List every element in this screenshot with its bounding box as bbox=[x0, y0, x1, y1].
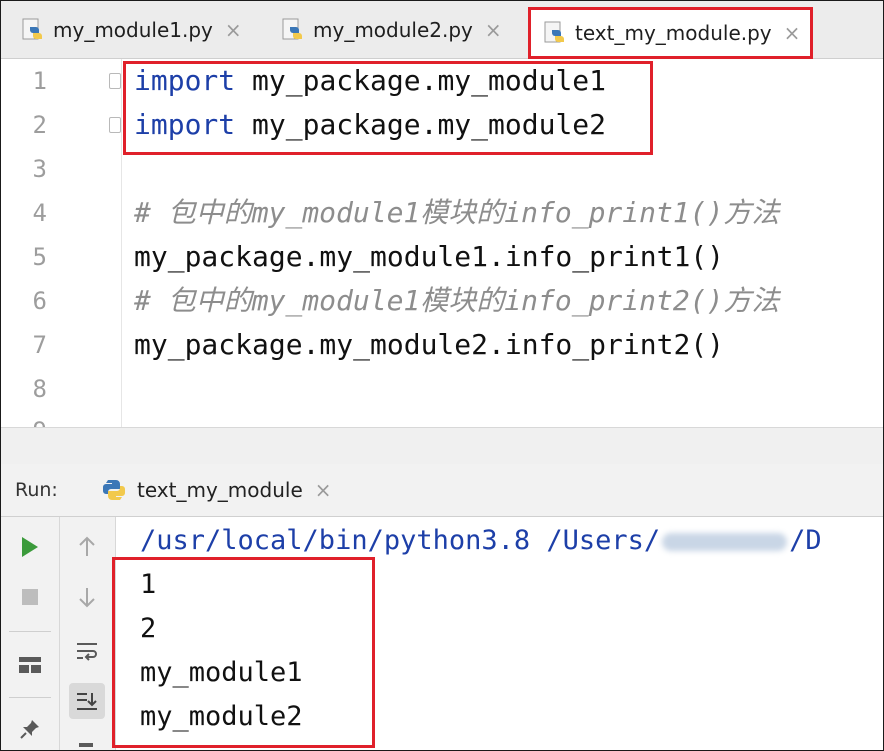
pin-tab-button[interactable] bbox=[12, 711, 48, 747]
python-file-icon bbox=[22, 18, 42, 39]
fold-marker-icon[interactable] bbox=[109, 73, 121, 89]
run-label: Run: bbox=[15, 479, 58, 501]
arrow-down-icon bbox=[79, 588, 95, 608]
line-number: 7 bbox=[32, 331, 47, 359]
soft-wrap-icon bbox=[77, 643, 97, 661]
python-file-icon bbox=[544, 21, 564, 43]
panel-divider[interactable] bbox=[1, 427, 883, 465]
command-prefix: /usr/local/bin/python3.8 /Users/ bbox=[140, 525, 661, 556]
line-number: 6 bbox=[32, 287, 47, 315]
play-icon bbox=[22, 537, 38, 557]
redacted-username bbox=[662, 532, 788, 551]
line-number: 1 bbox=[32, 67, 47, 95]
tab-my-module2[interactable]: my_module2.py × bbox=[281, 1, 502, 58]
close-icon[interactable]: × bbox=[485, 18, 502, 42]
import-highlight-box bbox=[123, 61, 653, 155]
python-file-icon bbox=[282, 18, 302, 39]
layout-button[interactable] bbox=[12, 647, 48, 683]
scroll-to-end-icon bbox=[77, 693, 97, 710]
code-comment: # 包中的my_module1模块的info_print2()方法 bbox=[134, 284, 780, 317]
line-number: 4 bbox=[32, 199, 47, 227]
close-icon[interactable]: × bbox=[784, 21, 801, 45]
run-toolbar-primary bbox=[1, 517, 60, 750]
tab-text-my-module[interactable]: text_my_module.py × bbox=[528, 7, 814, 62]
tab-my-module1[interactable]: my_module1.py × bbox=[21, 1, 242, 58]
editor-tab-bar: my_module1.py × my_module2.py × text_my_… bbox=[1, 1, 883, 62]
run-config-tab[interactable]: text_my_module × bbox=[101, 464, 332, 516]
close-icon[interactable]: × bbox=[225, 18, 242, 42]
run-tool-window-header: Run: text_my_module × bbox=[1, 464, 883, 517]
line-number: 5 bbox=[32, 243, 47, 271]
scroll-to-end-button[interactable] bbox=[69, 683, 105, 719]
tab-label: my_module1.py bbox=[53, 17, 213, 42]
line-number: 2 bbox=[32, 111, 47, 139]
command-suffix: /D bbox=[789, 525, 822, 556]
code-line: my_package.my_module1.info_print1() bbox=[134, 240, 725, 273]
pin-icon bbox=[20, 720, 39, 739]
soft-wrap-button[interactable] bbox=[69, 633, 105, 669]
line-number: 9 bbox=[1, 409, 47, 427]
tab-label: text_my_module.py bbox=[575, 21, 772, 45]
scroll-down-button[interactable] bbox=[69, 579, 105, 615]
run-toolbar-secondary bbox=[60, 517, 116, 750]
python-logo-icon bbox=[103, 480, 125, 500]
output-highlight-box bbox=[112, 557, 375, 748]
scroll-up-button[interactable] bbox=[69, 529, 105, 565]
code-line: my_package.my_module2.info_print2() bbox=[134, 328, 725, 361]
print-icon[interactable] bbox=[79, 743, 93, 747]
rerun-button[interactable] bbox=[12, 529, 48, 565]
run-tab-label: text_my_module bbox=[137, 478, 303, 502]
arrow-up-icon bbox=[79, 536, 95, 556]
layout-icon bbox=[19, 657, 41, 673]
line-number: 3 bbox=[32, 155, 47, 183]
tab-label: my_module2.py bbox=[313, 17, 473, 42]
ide-window: my_module1.py × my_module2.py × text_my_… bbox=[0, 0, 884, 751]
stop-icon bbox=[22, 589, 38, 605]
code-comment: # 包中的my_module1模块的info_print1()方法 bbox=[134, 196, 780, 229]
close-icon[interactable]: × bbox=[315, 478, 332, 502]
line-number: 8 bbox=[32, 375, 47, 403]
stop-button[interactable] bbox=[12, 579, 48, 615]
line-number-gutter: 1 2 3 4 5 6 7 8 9 bbox=[1, 59, 122, 427]
fold-marker-icon[interactable] bbox=[109, 117, 121, 133]
